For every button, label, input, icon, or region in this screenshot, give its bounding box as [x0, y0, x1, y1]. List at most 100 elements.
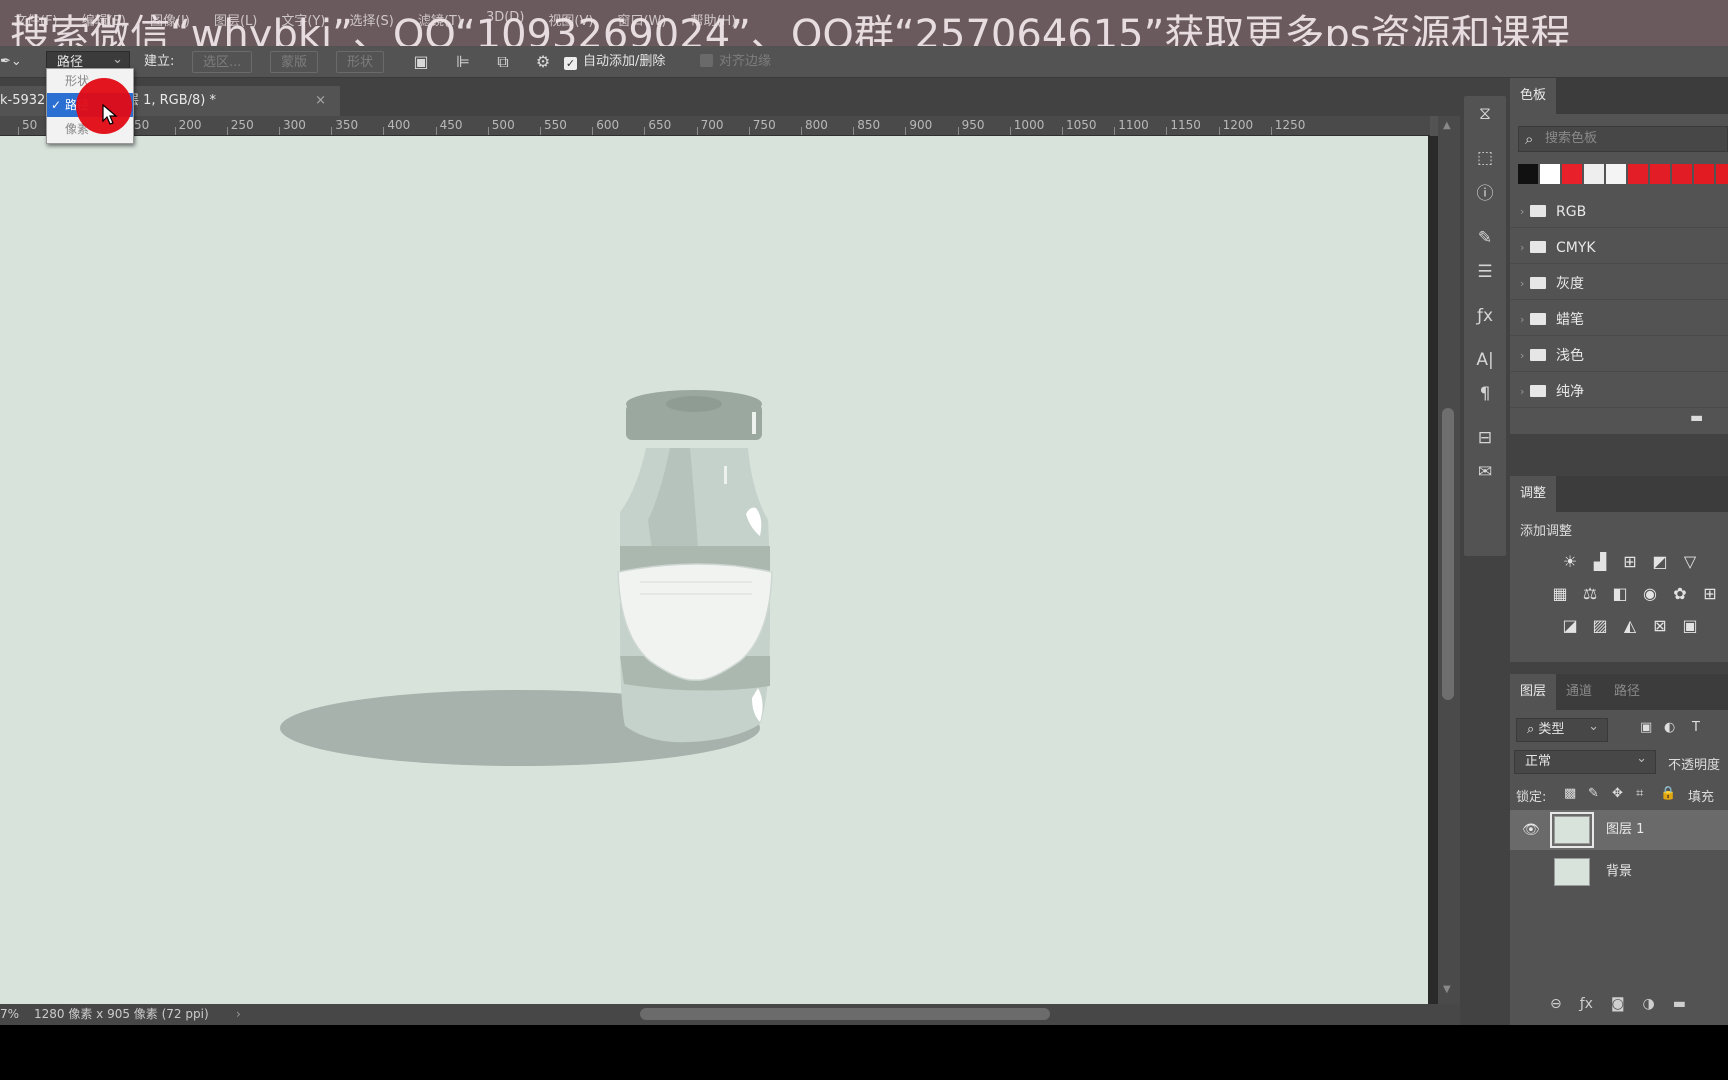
- swatch[interactable]: [1628, 164, 1648, 184]
- swatch[interactable]: [1518, 164, 1538, 184]
- ruler-tick-label: 850: [857, 118, 881, 132]
- lock-all-icon[interactable]: 🔒: [1660, 786, 1676, 801]
- color-balance-icon[interactable]: ⚖: [1580, 584, 1600, 604]
- chevron-right-icon: ›: [1520, 385, 1525, 398]
- tab-paths[interactable]: 路径: [1604, 674, 1650, 710]
- lock-position-icon[interactable]: ✥: [1612, 786, 1623, 801]
- layer-filter-select[interactable]: ⌕ 类型: [1516, 716, 1608, 742]
- visibility-toggle-off[interactable]: □: [1522, 852, 1535, 892]
- filter-adjustment-icon[interactable]: ◐: [1664, 720, 1675, 735]
- swatch-search-input[interactable]: 搜索色板: [1518, 126, 1728, 152]
- color-lookup-icon[interactable]: ⊞: [1700, 584, 1720, 604]
- swatch-folder[interactable]: › CMYK: [1510, 232, 1728, 264]
- tab-swatches[interactable]: 色板: [1510, 78, 1557, 114]
- channel-mixer-icon[interactable]: ✿: [1670, 584, 1690, 604]
- photo-filter-icon[interactable]: ◉: [1640, 584, 1660, 604]
- fx-icon[interactable]: ƒx: [1580, 996, 1593, 1012]
- swatch[interactable]: [1584, 164, 1604, 184]
- horizontal-scroll-thumb[interactable]: [640, 1008, 1050, 1020]
- properties-icon[interactable]: ☰: [1473, 260, 1497, 284]
- levels-icon[interactable]: ▟: [1590, 552, 1610, 572]
- new-group-icon[interactable]: ▬: [1673, 996, 1686, 1012]
- chevron-right-icon: ›: [1520, 349, 1525, 362]
- scroll-down-icon[interactable]: ▼: [1443, 984, 1451, 995]
- document-canvas[interactable]: [0, 136, 1428, 1004]
- tab-adjustments[interactable]: 调整: [1510, 476, 1557, 512]
- align-edges-checkbox[interactable]: 对齐边缘: [700, 51, 771, 73]
- swatch-folder[interactable]: › 纯净: [1510, 376, 1728, 408]
- info-icon[interactable]: ⓘ: [1473, 182, 1497, 206]
- ruler-tick-label: 950: [961, 118, 985, 132]
- path-alignment-icon[interactable]: ⊫: [452, 51, 474, 73]
- blend-mode-select[interactable]: 正常: [1514, 748, 1656, 774]
- brightness-icon[interactable]: ☀: [1560, 552, 1580, 572]
- styles-fx-icon[interactable]: ƒx: [1473, 304, 1497, 328]
- character-icon[interactable]: A|: [1473, 348, 1497, 372]
- auto-add-delete-checkbox[interactable]: ✓ 自动添加/删除: [564, 51, 665, 73]
- ruler-tick-label: 900: [909, 118, 933, 132]
- curves-icon[interactable]: ⊞: [1620, 552, 1640, 572]
- posterize-icon[interactable]: ▨: [1590, 616, 1610, 636]
- selective-color-icon[interactable]: ▣: [1680, 616, 1700, 636]
- eye-icon[interactable]: 👁: [1522, 810, 1540, 850]
- lock-artboard-icon[interactable]: ⌗: [1636, 786, 1643, 801]
- swatch-folder[interactable]: › 浅色: [1510, 340, 1728, 372]
- swatch[interactable]: [1694, 164, 1714, 184]
- vertical-scrollbar[interactable]: ▲ ▼: [1438, 116, 1460, 1004]
- tab-channels[interactable]: 通道: [1556, 674, 1602, 710]
- adjustment-icons-row-3: ◪ ▨ ◭ ⊠ ▣: [1560, 616, 1700, 636]
- path-operations-icon[interactable]: ▣: [410, 51, 432, 73]
- black-white-icon[interactable]: ◧: [1610, 584, 1630, 604]
- ruler-tick-label: 400: [387, 118, 411, 132]
- lock-image-icon[interactable]: ✎: [1588, 786, 1599, 801]
- notes-icon[interactable]: ✉: [1473, 460, 1497, 484]
- status-menu-arrow[interactable]: ›: [236, 1004, 241, 1025]
- ruler-tick-label: 700: [700, 118, 724, 132]
- brush-settings-icon[interactable]: ✎: [1473, 226, 1497, 250]
- tool-preset-icon[interactable]: ✒⌄: [0, 51, 22, 73]
- filter-type-icon[interactable]: T: [1692, 720, 1700, 735]
- make-mask-button[interactable]: 蒙版: [270, 51, 319, 73]
- threshold-icon[interactable]: ◭: [1620, 616, 1640, 636]
- make-selection-button[interactable]: 选区...: [192, 51, 253, 73]
- hue-saturation-icon[interactable]: ▦: [1550, 584, 1570, 604]
- 3d-icon[interactable]: ⬚: [1473, 146, 1497, 170]
- scroll-up-icon[interactable]: ▲: [1443, 120, 1451, 131]
- swatch[interactable]: [1540, 164, 1560, 184]
- libraries-icon[interactable]: ⊟: [1473, 426, 1497, 450]
- history-icon[interactable]: ⧖: [1473, 102, 1497, 126]
- link-layers-icon[interactable]: ⊖: [1550, 996, 1562, 1012]
- path-arrangement-icon[interactable]: ⧉: [492, 51, 514, 73]
- filter-pixel-icon[interactable]: ▣: [1640, 720, 1652, 735]
- horizontal-ruler[interactable]: 5010015020025030035040045050055060065070…: [0, 116, 1430, 136]
- folder-label: 灰度: [1556, 276, 1584, 292]
- gear-icon[interactable]: ⚙: [532, 51, 554, 73]
- swatch[interactable]: [1606, 164, 1626, 184]
- swatch[interactable]: [1650, 164, 1670, 184]
- layer-row-background[interactable]: □ 背景: [1510, 852, 1728, 892]
- invert-icon[interactable]: ◪: [1560, 616, 1580, 636]
- new-adjustment-icon[interactable]: ◑: [1643, 996, 1655, 1012]
- swatch-folder[interactable]: › 灰度: [1510, 268, 1728, 300]
- paragraph-icon[interactable]: ¶: [1473, 382, 1497, 406]
- auto-add-delete-label: 自动添加/删除: [583, 54, 666, 69]
- swatch[interactable]: [1672, 164, 1692, 184]
- swatch-folder[interactable]: › 蜡笔: [1510, 304, 1728, 336]
- layer-row-layer1[interactable]: 👁 图层 1: [1510, 810, 1728, 850]
- layers-panel: ⌕ 类型 ▣ ◐ T 正常 不透明度 锁定: ▩ ✎ ✥ ⌗ 🔒 填充 👁 图层…: [1510, 710, 1728, 1025]
- swatch-folder[interactable]: › RGB: [1510, 196, 1728, 228]
- vertical-scroll-thumb[interactable]: [1442, 408, 1454, 700]
- new-group-folder-icon[interactable]: ▬: [1690, 410, 1703, 426]
- gradient-map-icon[interactable]: ⊠: [1650, 616, 1670, 636]
- make-shape-button[interactable]: 形状: [336, 51, 385, 73]
- swatch[interactable]: [1562, 164, 1582, 184]
- close-icon[interactable]: ×: [315, 86, 326, 116]
- lock-transparent-icon[interactable]: ▩: [1564, 786, 1576, 801]
- ruler-tick-mark: [644, 127, 646, 135]
- tab-layers[interactable]: 图层: [1510, 674, 1557, 710]
- zoom-level[interactable]: 7%: [0, 1004, 19, 1025]
- vibrance-icon[interactable]: ▽: [1680, 552, 1700, 572]
- add-mask-icon[interactable]: ◙: [1611, 996, 1625, 1012]
- swatch[interactable]: [1716, 164, 1728, 184]
- exposure-icon[interactable]: ◩: [1650, 552, 1670, 572]
